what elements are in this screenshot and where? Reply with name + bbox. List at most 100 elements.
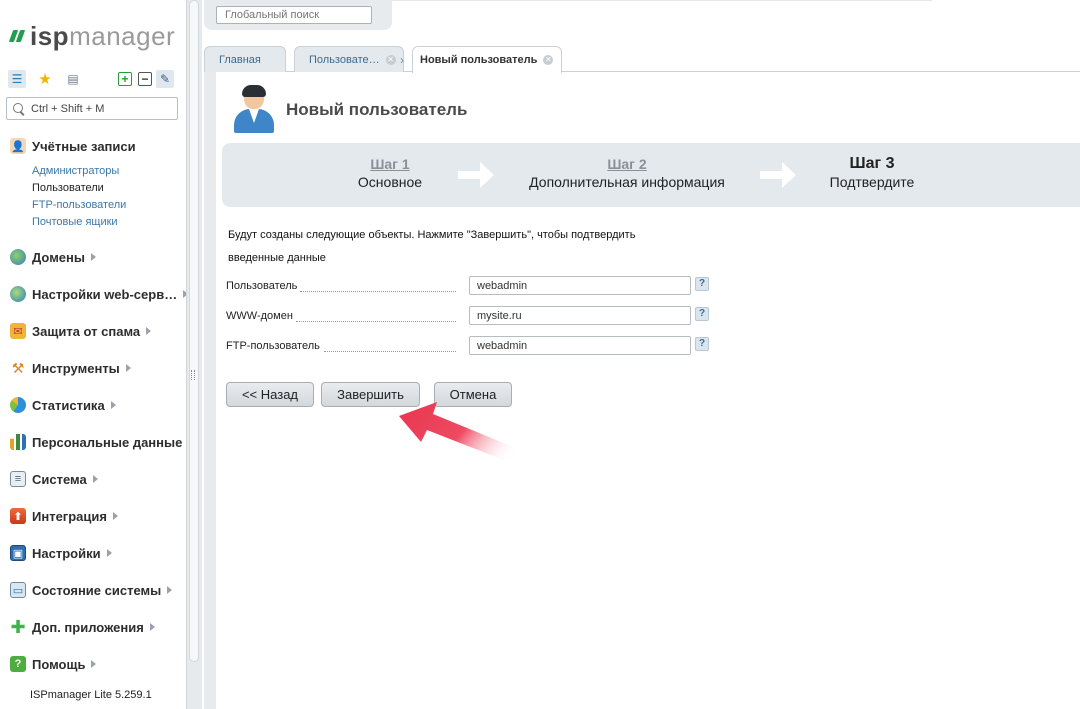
tab-home[interactable]: Главная: [204, 46, 286, 72]
wizard-steps: Шаг 1 Основное Шаг 2 Дополнительная инфо…: [222, 143, 1080, 207]
sidebar-group-label: Инструменты: [32, 360, 120, 376]
help-icon[interactable]: ?: [695, 337, 709, 351]
chevron-right-icon: [125, 364, 131, 372]
tree-view-icon[interactable]: ☰: [8, 70, 26, 88]
leader-dots: [324, 351, 456, 352]
step-description: Основное: [357, 174, 423, 190]
close-icon[interactable]: ✕: [543, 55, 554, 65]
logo-manager: manager: [69, 21, 176, 51]
splitter-grip-icon[interactable]: [191, 370, 195, 380]
sidebar-group-label: Помощь: [32, 656, 86, 672]
wizard-step-2[interactable]: Шаг 2 Дополнительная информация: [522, 156, 732, 191]
settings-icon: ▣: [10, 545, 26, 561]
form-row-www-domain: WWW-домен ?: [226, 306, 726, 326]
pointer-arrow-icon: [399, 402, 535, 470]
page-title: Новый пользователь: [286, 100, 468, 119]
sidebar-group-settings[interactable]: ▣ Настройки: [10, 544, 112, 562]
sidebar-group-system[interactable]: ≡ Система: [10, 470, 98, 488]
tab-label: Новый пользователь: [420, 54, 538, 66]
sidebar-group-domains[interactable]: Домены: [10, 248, 96, 266]
step-label[interactable]: Шаг 1: [342, 156, 438, 172]
sidebar-item-ftp-users[interactable]: FTP-пользователи: [32, 197, 126, 214]
sidebar-group-accounts[interactable]: 👤 Учётные записи: [10, 137, 136, 155]
logo-text: ispmanager: [30, 23, 175, 49]
accounts-submenu: Администраторы Пользователи FTP-пользова…: [32, 163, 126, 231]
sidebar-group-spam-protection[interactable]: ✉ Защита от спама: [10, 322, 152, 340]
sidebar-group-help[interactable]: ? Помощь: [10, 655, 97, 673]
sidebar-group-label: Защита от спама: [32, 323, 141, 339]
global-search-bar: [204, 0, 392, 30]
sidebar-group-label: Настройки: [32, 545, 101, 561]
step-description: Дополнительная информация: [529, 174, 725, 190]
accounts-icon: 👤: [10, 138, 26, 154]
form-row-ftp-user: FTP-пользователь ?: [226, 336, 726, 356]
pin-icon[interactable]: ✎: [156, 70, 174, 88]
sidebar-group-addons[interactable]: ✚ Доп. приложения: [10, 617, 155, 637]
tools-icon: ⚒: [11, 359, 25, 376]
sidebar-group-label: Интеграция: [32, 508, 107, 524]
field-label: WWW-домен: [226, 310, 293, 322]
ispmanager-logo[interactable]: ispmanager: [8, 20, 175, 52]
sidebar-group-web-settings[interactable]: Настройки web-серв…: [10, 285, 189, 303]
chevron-right-icon: [167, 586, 173, 594]
sidebar: ispmanager ☰ ★ ▤ + − ✎ 👤 Учётные записи …: [0, 0, 194, 709]
chevron-right-icon: [110, 401, 116, 409]
wizard-step-3: Шаг 3 Подтвердите: [817, 156, 927, 191]
sidebar-group-statistics[interactable]: Статистика: [10, 396, 116, 414]
sidebar-item-users[interactable]: Пользователи: [32, 180, 126, 197]
statistics-icon: [10, 397, 26, 413]
help-icon: ?: [10, 656, 26, 672]
step-label: Шаг 3: [849, 155, 895, 172]
menu-search-input[interactable]: [31, 102, 171, 115]
wizard-step-1[interactable]: Шаг 1 Основное: [342, 156, 438, 191]
logo-isp: isp: [30, 21, 70, 51]
note-line: Будут созданы следующие объекты. Нажмите…: [228, 229, 636, 241]
global-search-input[interactable]: [216, 6, 372, 24]
sidebar-group-label: Домены: [32, 249, 85, 265]
help-icon[interactable]: ?: [695, 277, 709, 291]
app-window: ispmanager ☰ ★ ▤ + − ✎ 👤 Учётные записи …: [0, 0, 1080, 709]
leader-dots: [300, 291, 456, 292]
arrow-right-icon: [458, 162, 494, 188]
sidebar-group-integration[interactable]: ⬆ Интеграция: [10, 507, 118, 525]
field-label: Пользователь: [226, 280, 298, 292]
tab-bar: Главная Пользовате… ✕ › Новый пользовате…: [204, 46, 1080, 73]
sidebar-group-label: Статистика: [32, 397, 105, 413]
chevron-right-icon: [92, 475, 98, 483]
user-avatar-icon: [232, 85, 276, 135]
collapse-all-icon[interactable]: −: [138, 72, 152, 86]
sidebar-group-label: Доп. приложения: [32, 619, 144, 635]
personal-data-icon: [10, 434, 26, 450]
sidebar-group-system-status[interactable]: ▭ Состояние системы: [10, 581, 173, 599]
version-label: ISPmanager Lite 5.259.1: [30, 689, 152, 701]
sidebar-group-label: Персональные данные: [32, 434, 183, 450]
sidebar-toolbar: ☰ ★ ▤ + − ✎: [8, 70, 178, 90]
search-icon: [13, 102, 25, 115]
user-field[interactable]: [469, 276, 691, 295]
chevron-right-icon: [91, 253, 96, 261]
arrow-right-icon: [760, 162, 796, 188]
expand-all-icon[interactable]: +: [118, 72, 132, 86]
favorites-star-icon[interactable]: ★: [36, 70, 54, 88]
page-header: Новый пользователь: [232, 84, 467, 136]
spam-protection-icon: ✉: [10, 323, 26, 339]
sidebar-group-tools[interactable]: ⚒ Инструменты: [10, 359, 131, 377]
sidebar-group-label: Система: [32, 471, 87, 487]
step-label[interactable]: Шаг 2: [522, 156, 732, 172]
sidebar-item-administrators[interactable]: Администраторы: [32, 163, 126, 180]
clipboard-icon[interactable]: ▤: [64, 70, 82, 88]
help-icon[interactable]: ?: [695, 307, 709, 321]
system-icon: ≡: [10, 471, 26, 487]
menu-search: [6, 97, 178, 120]
sidebar-scrollbar-thumb[interactable]: [189, 0, 199, 662]
sidebar-group-personal-data[interactable]: Персональные данные: [10, 433, 194, 451]
sidebar-item-mailboxes[interactable]: Почтовые ящики: [32, 214, 126, 231]
ftp-user-field[interactable]: [469, 336, 691, 355]
tab-new-user[interactable]: Новый пользователь ✕: [412, 46, 562, 73]
back-button[interactable]: << Назад: [226, 382, 314, 407]
close-icon[interactable]: ✕: [385, 54, 396, 65]
confirmation-note: Будут созданы следующие объекты. Нажмите…: [228, 224, 658, 270]
tab-users[interactable]: Пользовате… ✕: [294, 46, 404, 72]
www-domain-field[interactable]: [469, 306, 691, 325]
note-line: введенные данные: [228, 252, 326, 264]
